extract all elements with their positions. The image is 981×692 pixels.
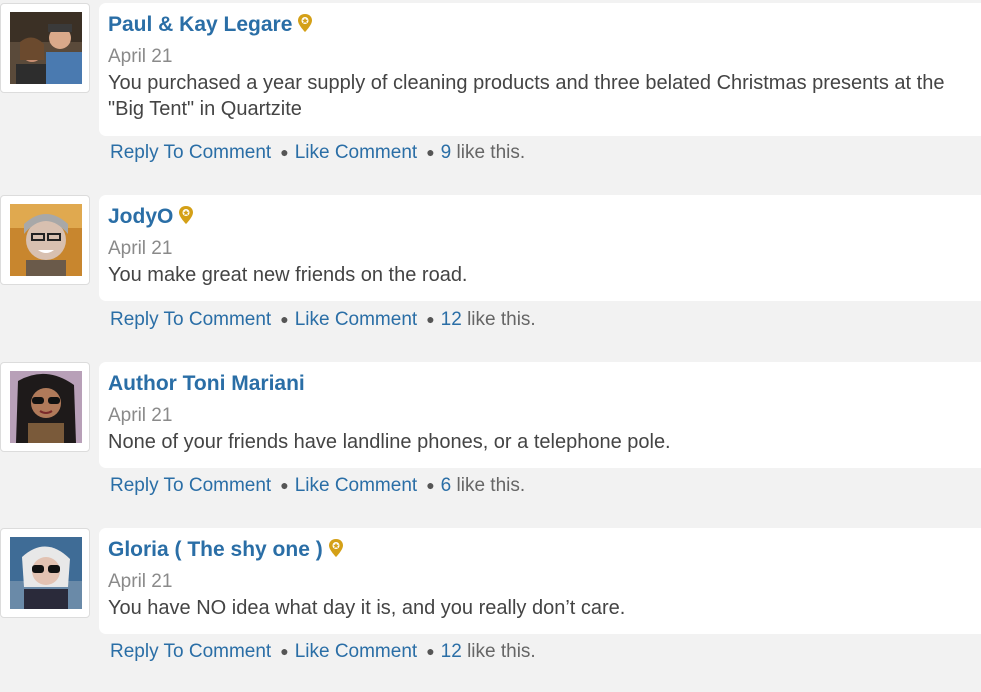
comment-card: Paul & Kay Legare April 21 You purchased… xyxy=(99,3,981,136)
like-comment-link[interactable]: Like Comment xyxy=(295,475,418,496)
comment-author[interactable]: Gloria ( The shy one ) xyxy=(108,538,344,564)
separator-dot: ● xyxy=(426,643,435,659)
author-name[interactable]: Gloria ( The shy one ) xyxy=(108,538,323,561)
comment-author[interactable]: Author Toni Mariani xyxy=(108,372,305,396)
reply-to-comment-link[interactable]: Reply To Comment xyxy=(110,309,271,330)
comment-card: Author Toni Mariani April 21 None of you… xyxy=(99,362,981,468)
comment-card: JodyO April 21 You make great new friend… xyxy=(99,195,981,301)
avatar[interactable] xyxy=(0,528,90,618)
comment-text: You have NO idea what day it is, and you… xyxy=(108,597,626,619)
comment: Gloria ( The shy one ) April 21 You have… xyxy=(0,528,981,692)
like-count-link[interactable]: 9 xyxy=(441,142,452,163)
map-pin-badge-icon xyxy=(178,205,194,231)
comment-date: April 21 xyxy=(108,571,173,592)
like-suffix: like this. xyxy=(456,475,526,496)
avatar-photo xyxy=(10,204,82,276)
avatar[interactable] xyxy=(0,195,90,285)
author-name[interactable]: Paul & Kay Legare xyxy=(108,13,292,36)
like-comment-link[interactable]: Like Comment xyxy=(295,309,418,330)
like-count-link[interactable]: 6 xyxy=(441,475,452,496)
avatar-photo xyxy=(10,537,82,609)
like-count-link[interactable]: 12 xyxy=(441,641,462,662)
comment: Paul & Kay Legare April 21 You purchased… xyxy=(0,0,981,190)
comment-actions: Reply To Comment ● Like Comment ● 6 like thi… xyxy=(110,475,525,497)
comment-actions: Reply To Comment ● Like Comment ● 9 like thi… xyxy=(110,142,525,164)
like-suffix: like this. xyxy=(467,309,536,330)
comment-actions: Reply To Comment ● Like Comment ● 12 like th… xyxy=(110,641,536,663)
separator-dot: ● xyxy=(280,643,289,659)
like-suffix: like this. xyxy=(467,641,536,662)
comment: JodyO April 21 You make great new friend… xyxy=(0,195,981,360)
comment-text: None of your friends have landline phone… xyxy=(108,431,671,453)
comment-text: You make great new friends on the road. xyxy=(108,264,468,286)
comment-author[interactable]: Paul & Kay Legare xyxy=(108,13,313,39)
separator-dot: ● xyxy=(426,144,435,160)
comment-date: April 21 xyxy=(108,405,173,426)
comment-text: You purchased a year supply of cleaning … xyxy=(108,72,945,120)
separator-dot: ● xyxy=(280,477,289,493)
comment-list: Paul & Kay Legare April 21 You purchased… xyxy=(0,0,981,692)
separator-dot: ● xyxy=(280,144,289,160)
reply-to-comment-link[interactable]: Reply To Comment xyxy=(110,475,271,496)
like-suffix: like this. xyxy=(456,142,526,163)
avatar-photo xyxy=(10,371,82,443)
like-comment-link[interactable]: Like Comment xyxy=(295,641,418,662)
author-name[interactable]: JodyO xyxy=(108,205,173,228)
map-pin-badge-icon xyxy=(297,13,313,39)
reply-to-comment-link[interactable]: Reply To Comment xyxy=(110,641,271,662)
avatar[interactable] xyxy=(0,3,90,93)
map-pin-badge-icon xyxy=(328,538,344,564)
comment-date: April 21 xyxy=(108,46,173,67)
avatar[interactable] xyxy=(0,362,90,452)
avatar-photo xyxy=(10,12,82,84)
comment-author[interactable]: JodyO xyxy=(108,205,194,231)
reply-to-comment-link[interactable]: Reply To Comment xyxy=(110,142,271,163)
like-count-link[interactable]: 12 xyxy=(441,309,462,330)
separator-dot: ● xyxy=(426,477,435,493)
comment-actions: Reply To Comment ● Like Comment ● 12 like th… xyxy=(110,309,536,331)
author-name[interactable]: Author Toni Mariani xyxy=(108,372,305,395)
comment: Author Toni Mariani April 21 None of you… xyxy=(0,362,981,527)
comment-card: Gloria ( The shy one ) April 21 You have… xyxy=(99,528,981,634)
comment-date: April 21 xyxy=(108,238,173,259)
separator-dot: ● xyxy=(280,311,289,327)
like-comment-link[interactable]: Like Comment xyxy=(295,142,418,163)
separator-dot: ● xyxy=(426,311,435,327)
